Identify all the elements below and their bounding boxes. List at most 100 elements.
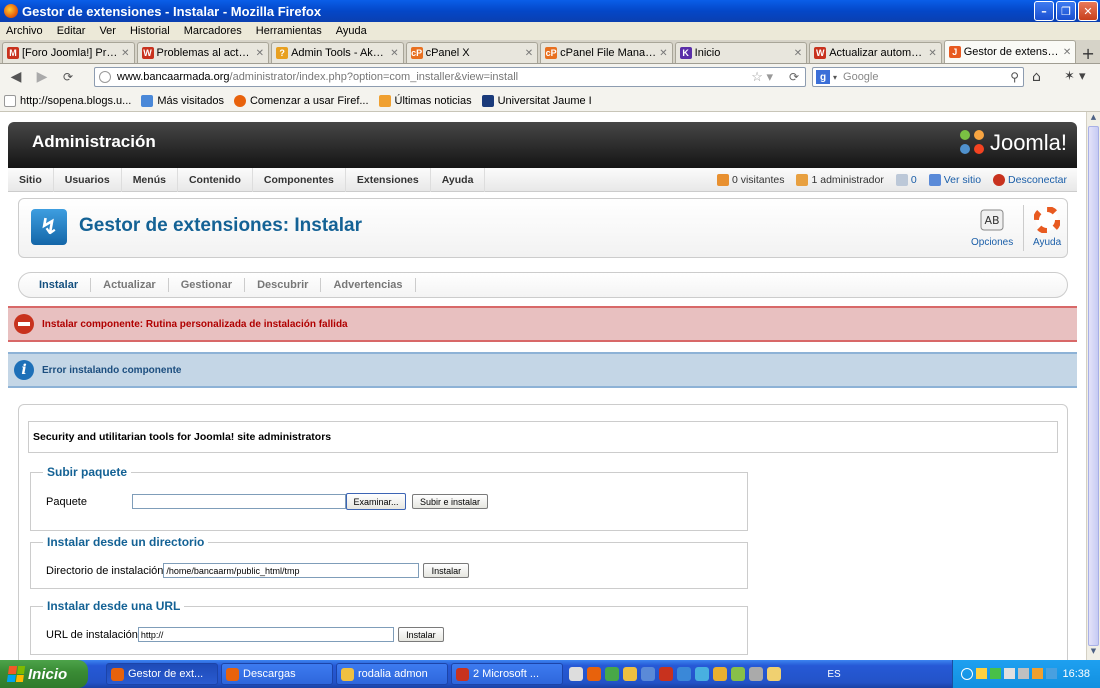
volume-icon[interactable] — [1018, 668, 1029, 679]
browser-tab[interactable]: M[Foro Joomla!] Proble...✕ — [2, 42, 135, 63]
tray-expand-icon[interactable] — [961, 668, 973, 680]
directory-input[interactable]: /home/bancaarm/public_html/tmp — [163, 563, 420, 578]
clock[interactable]: 16:38 — [1062, 668, 1090, 680]
messages-status[interactable]: 0 — [895, 174, 917, 186]
bookmark-universitat[interactable]: Universitat Jaume I — [481, 94, 592, 107]
tray-icon[interactable] — [976, 668, 987, 679]
tray-icon[interactable] — [1032, 668, 1043, 679]
install-directory-button[interactable]: Instalar — [423, 563, 470, 578]
home-icon[interactable]: ⌂ — [1032, 69, 1041, 85]
history-icon[interactable]: ⟳ — [58, 67, 78, 87]
google-icon[interactable]: g — [816, 70, 830, 84]
menu-ayuda[interactable]: Ayuda — [431, 167, 486, 192]
taskbar-button[interactable]: 2 Microsoft ... — [451, 663, 563, 685]
options-button[interactable]: AB Opciones — [971, 207, 1013, 248]
scroll-down-icon[interactable]: ▼ — [1088, 647, 1099, 659]
view-site-link[interactable]: Ver sitio — [928, 174, 981, 186]
taskbar-button[interactable]: Gestor de ext... — [106, 663, 218, 685]
subnav-advertencias[interactable]: Advertencias — [321, 278, 416, 292]
tab-close-icon[interactable]: ✕ — [1063, 47, 1071, 58]
settings-icon[interactable] — [749, 667, 763, 681]
app-icon[interactable] — [731, 667, 745, 681]
menu-usuarios[interactable]: Usuarios — [54, 167, 122, 192]
menu-ayuda[interactable]: Ayuda — [336, 25, 367, 37]
chrome-icon[interactable] — [713, 667, 727, 681]
logout-link[interactable]: Desconectar — [993, 174, 1067, 186]
addon-icon[interactable]: ✶ ▾ — [1064, 69, 1086, 84]
app-icon[interactable] — [569, 667, 583, 681]
package-file-input[interactable] — [132, 494, 346, 509]
new-tab-button[interactable]: + — [1078, 43, 1098, 63]
url-input[interactable]: http:// — [137, 627, 394, 642]
browser-tab[interactable]: WActualizar automática...✕ — [809, 42, 942, 63]
forward-button[interactable]: ▶ — [32, 67, 52, 87]
firefox-icon[interactable] — [587, 667, 601, 681]
menu-menus[interactable]: Menús — [122, 167, 178, 192]
tab-close-icon[interactable]: ✕ — [121, 48, 129, 59]
tab-close-icon[interactable]: ✕ — [659, 48, 667, 59]
maximize-button[interactable]: ❐ — [1056, 1, 1076, 21]
tray-icon[interactable] — [1046, 668, 1057, 679]
menu-archivo[interactable]: Archivo — [6, 25, 43, 37]
minimize-button[interactable]: – — [1034, 1, 1054, 21]
menu-contenido[interactable]: Contenido — [178, 167, 253, 192]
app-icon[interactable] — [623, 667, 637, 681]
scroll-thumb[interactable] — [1088, 126, 1099, 646]
menu-marcadores[interactable]: Marcadores — [184, 25, 242, 37]
browser-tab[interactable]: JGestor de extensione...✕ — [943, 40, 1077, 63]
tab-close-icon[interactable]: ✕ — [390, 48, 398, 59]
language-indicator[interactable]: ES — [822, 660, 846, 688]
folder-icon[interactable] — [767, 667, 781, 681]
reload-icon[interactable]: ⟳ — [789, 70, 799, 84]
browse-button[interactable]: Examinar... — [346, 493, 406, 510]
menu-historial[interactable]: Historial — [130, 25, 170, 37]
browser-tab[interactable]: cPcPanel File Manager v3✕ — [540, 42, 673, 63]
bookmark-star-icon[interactable]: ☆ ▾ — [751, 69, 773, 85]
network-icon[interactable] — [1004, 668, 1015, 679]
app-icon[interactable] — [659, 667, 673, 681]
menu-extensiones[interactable]: Extensiones — [346, 167, 431, 192]
back-button[interactable]: ◀ — [6, 67, 26, 87]
app-icon[interactable] — [641, 667, 655, 681]
menu-herramientas[interactable]: Herramientas — [256, 25, 322, 37]
menu-editar[interactable]: Editar — [57, 25, 86, 37]
bookmark-ultimas-noticias[interactable]: Últimas noticias — [378, 94, 472, 107]
menu-ver[interactable]: Ver — [99, 25, 116, 37]
scroll-up-icon[interactable]: ▲ — [1088, 113, 1099, 125]
address-bar[interactable]: www.bancaarmada.org /administrator/index… — [94, 67, 806, 87]
help-button[interactable]: Ayuda — [1033, 207, 1061, 248]
install-url-button[interactable]: Instalar — [397, 627, 444, 642]
browser-tab[interactable]: WProblemas al actualiz...✕ — [136, 42, 270, 63]
chrome-icon[interactable] — [605, 667, 619, 681]
taskbar-button[interactable]: rodalia admon — [336, 663, 448, 685]
subnav-instalar[interactable]: Instalar — [27, 278, 92, 292]
ie-icon[interactable] — [677, 667, 691, 681]
tray-icon[interactable] — [990, 668, 1001, 679]
upload-install-button[interactable]: Subir e instalar — [412, 494, 488, 509]
search-bar[interactable]: g ▾ Google ⚲ — [812, 67, 1024, 87]
tab-close-icon[interactable]: ✕ — [525, 48, 533, 59]
tab-close-icon[interactable]: ✕ — [794, 48, 802, 59]
subnav-actualizar[interactable]: Actualizar — [91, 278, 169, 292]
start-button[interactable]: Inicio — [0, 660, 88, 688]
browser-tab[interactable]: K Inicio ✕ — [674, 42, 808, 63]
bookmark-sopena[interactable]: http://sopena.blogs.u... — [4, 94, 131, 107]
page-toolbar: ↯ Gestor de extensiones: Instalar AB Opc… — [18, 198, 1068, 258]
app-icon[interactable] — [695, 667, 709, 681]
bookmark-comenzar[interactable]: Comenzar a usar Firef... — [233, 94, 369, 107]
vertical-scrollbar[interactable]: ▲ ▼ — [1086, 112, 1100, 660]
search-engine-dropdown-icon[interactable]: ▾ — [833, 73, 837, 82]
close-button[interactable]: ✕ — [1078, 1, 1098, 21]
browser-tab[interactable]: ?Admin Tools - Akeeba...✕ — [271, 42, 404, 63]
browser-tab[interactable]: cP cPanel X ✕ — [405, 42, 539, 63]
tab-close-icon[interactable]: ✕ — [928, 48, 936, 59]
search-icon[interactable]: ⚲ — [1010, 70, 1019, 84]
tab-close-icon[interactable]: ✕ — [256, 48, 264, 59]
menu-componentes[interactable]: Componentes — [253, 167, 346, 192]
taskbar-button[interactable]: Descargas — [221, 663, 333, 685]
subnav-gestionar[interactable]: Gestionar — [169, 278, 246, 292]
menu-sitio[interactable]: Sitio — [8, 167, 54, 192]
navigation-bar: ◀ ▶ ⟳ www.bancaarmada.org /administrator… — [0, 64, 1100, 90]
subnav-descubrir[interactable]: Descubrir — [245, 278, 322, 292]
bookmark-mas-visitados[interactable]: Más visitados — [141, 94, 224, 107]
